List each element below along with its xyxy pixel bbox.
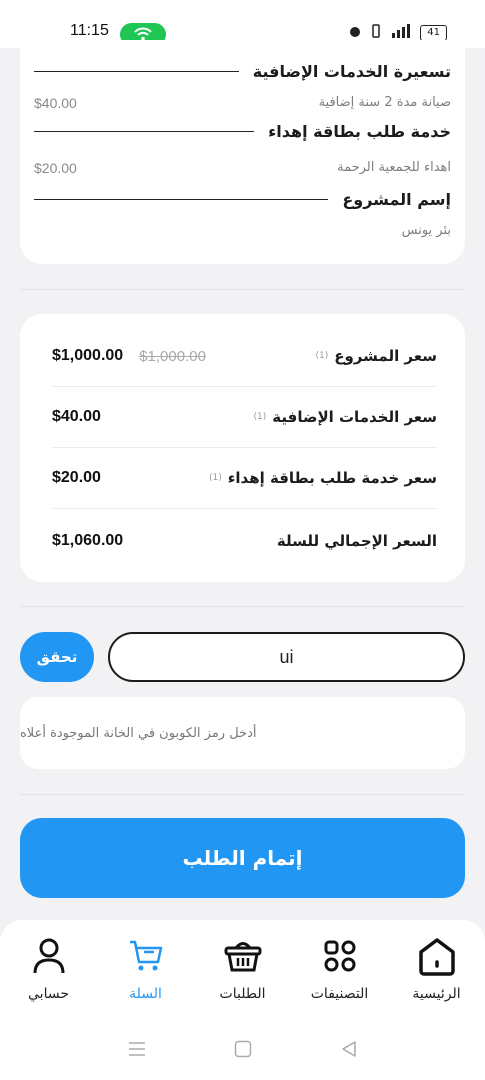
back-icon[interactable] — [340, 1040, 358, 1062]
project-price-old-value: $1,000.00 — [139, 347, 206, 365]
divider-line — [34, 70, 239, 73]
project-title: إسم المشروع — [342, 190, 451, 209]
checkout-button[interactable]: إتمام الطلب — [20, 818, 465, 898]
gift-title-row: خدمة طلب بطاقة إهداء — [34, 122, 451, 141]
nav-label-orders: الطلبات — [219, 986, 266, 1002]
nav-label-account: حسابي — [28, 986, 69, 1002]
price-summary-card: سعر المشروع (1) $1,000.00 $1,000.00 سعر ال… — [20, 314, 465, 582]
project-price-row: سعر المشروع (1) $1,000.00 $1,000.00 — [52, 326, 437, 387]
total-price-value: $1,060.00 — [52, 531, 124, 549]
gift-detail-row: اهداء للجمعية الرحمة $20.00 — [34, 160, 451, 176]
cart-icon — [128, 934, 164, 978]
services-price-value: $40.00 — [52, 408, 101, 425]
quantity-badge: (1) — [315, 351, 329, 361]
nav-label-cart: السلة — [129, 986, 162, 1002]
nav-label-categories: التصنيفات — [310, 986, 369, 1002]
order-details-card: تسعيرة الخدمات الإضافية صيانة مدة 2 سنة … — [20, 40, 465, 264]
verify-coupon-button[interactable]: تحقق — [20, 632, 94, 682]
nav-label-home: الرئيسية — [412, 986, 461, 1002]
nav-item-orders[interactable]: الطلبات — [194, 934, 291, 1002]
gift-title: خدمة طلب بطاقة إهداء — [268, 122, 451, 141]
services-title-row: تسعيرة الخدمات الإضافية — [34, 62, 451, 81]
section-divider — [20, 606, 465, 607]
project-detail-row: بئر يونس — [34, 223, 451, 238]
section-divider — [20, 794, 465, 795]
bottom-navigation: الرئيسية التصنيفات الطلبات السلة حسابي — [0, 920, 485, 1080]
divider-line — [34, 130, 255, 133]
coupon-hint-box: أدخل رمز الكوبون في الخانة الموجودة أعلا… — [20, 697, 465, 769]
categories-icon — [323, 934, 357, 978]
nav-item-home[interactable]: الرئيسية — [388, 934, 485, 1002]
user-icon — [32, 934, 66, 978]
status-time: 11:15 — [70, 22, 109, 39]
home-square-icon[interactable] — [234, 1040, 252, 1062]
gift-price-row: سعر خدمة طلب بطاقة إهداء (1) $20.00 — [52, 448, 437, 509]
services-detail-price: $40.00 — [34, 95, 77, 111]
project-price-value: $1,000.00 — [52, 347, 124, 364]
gift-detail: اهداء للجمعية الرحمة — [337, 160, 451, 175]
home-icon — [416, 934, 458, 978]
services-detail-row: صيانة مدة 2 سنة إضافية $40.00 — [34, 95, 451, 111]
project-name: بئر يونس — [401, 223, 451, 238]
coupon-hint-text: أدخل رمز الكوبون في الخانة الموجودة أعلا… — [20, 725, 257, 741]
gift-price-value: $20.00 — [52, 469, 101, 486]
quantity-badge: (1) — [253, 412, 267, 422]
divider-line — [34, 198, 329, 201]
services-title: تسعيرة الخدمات الإضافية — [252, 62, 451, 81]
gift-detail-price: $20.00 — [34, 160, 77, 176]
nav-item-account[interactable]: حسابي — [0, 934, 97, 1002]
project-price-label: سعر المشروع — [334, 347, 437, 365]
services-detail: صيانة مدة 2 سنة إضافية — [318, 95, 451, 110]
services-price-row: سعر الخدمات الإضافية (1) $40.00 — [52, 387, 437, 448]
menu-icon[interactable] — [128, 1041, 146, 1061]
project-title-row: إسم المشروع — [34, 190, 451, 209]
total-price-label: السعر الإجمالي للسلة — [276, 531, 437, 550]
coupon-input[interactable] — [108, 632, 465, 682]
quantity-badge: (1) — [208, 473, 222, 483]
total-price-row: السعر الإجمالي للسلة $1,060.00 — [52, 510, 437, 571]
basket-icon — [223, 934, 263, 978]
gift-price-label: سعر خدمة طلب بطاقة إهداء — [227, 469, 437, 487]
system-navigation — [0, 1040, 485, 1062]
section-divider — [20, 289, 465, 290]
services-price-label: سعر الخدمات الإضافية — [272, 408, 437, 426]
nav-item-categories[interactable]: التصنيفات — [291, 934, 388, 1002]
nav-item-cart[interactable]: السلة — [97, 934, 194, 1002]
battery-icon: 41 — [420, 24, 447, 41]
